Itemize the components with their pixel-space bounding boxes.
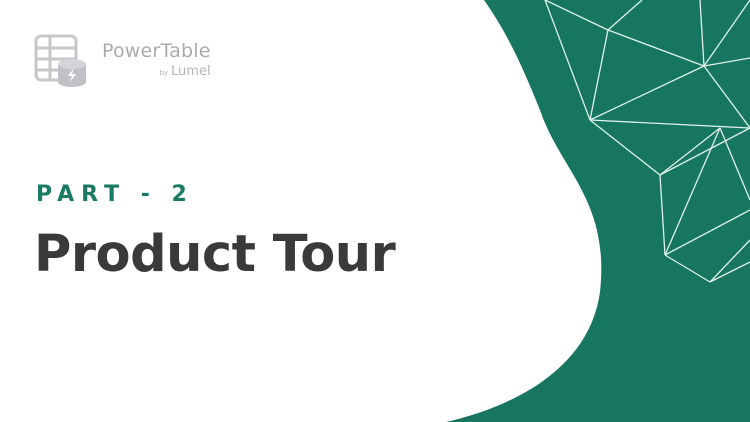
powertable-logo: PowerTable by Lumel <box>34 34 211 88</box>
logo-by-word: by <box>159 69 169 77</box>
title-slide: PowerTable by Lumel PART - 2 Product Tou… <box>0 0 750 422</box>
logo-text: PowerTable by Lumel <box>102 40 211 79</box>
logo-product-name: PowerTable <box>102 40 211 62</box>
table-database-bolt-icon <box>34 34 86 87</box>
logo-byline: by Lumel <box>159 64 210 79</box>
slide-title: Product Tour <box>34 225 396 284</box>
logo-brand-name: Lumel <box>171 64 211 79</box>
part-label: PART - 2 <box>36 182 194 207</box>
